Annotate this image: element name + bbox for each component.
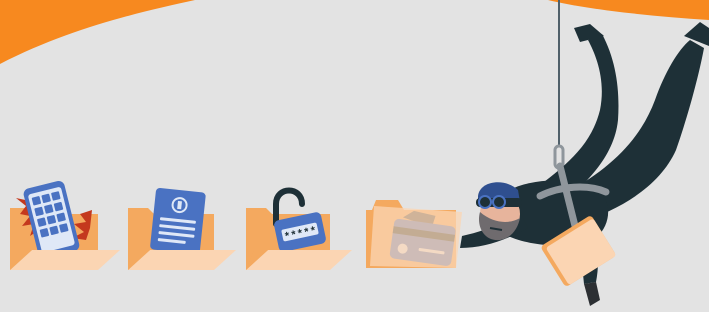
document-icon [150, 187, 206, 255]
folder-credit-card [366, 200, 462, 268]
hacker-illustration: ***** [0, 0, 709, 312]
